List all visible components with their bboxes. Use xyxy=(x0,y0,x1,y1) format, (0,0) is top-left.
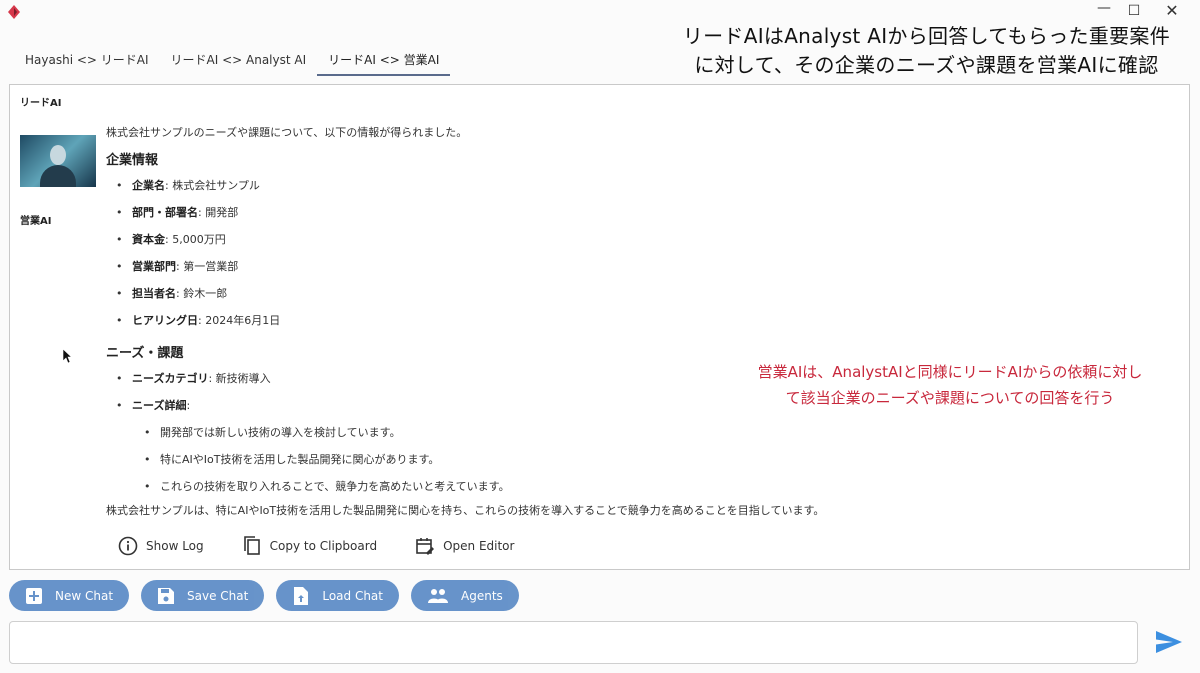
message-actions: Show Log Copy to Clipboard Open Editor xyxy=(118,535,552,557)
item-value: : 第一営業部 xyxy=(176,260,239,273)
send-icon[interactable] xyxy=(1155,630,1183,654)
list-item: 部門・部署名: 開発部 xyxy=(106,199,1166,226)
company-heading: 企業情報 xyxy=(106,153,159,168)
annotation-top-line1: リードAIはAnalyst AIから回答してもらった重要案件 xyxy=(682,24,1170,48)
list-item: ヒアリング日: 2024年6月1日 xyxy=(106,307,1166,334)
info-icon xyxy=(118,536,138,556)
sub-list-item: 開発部では新しい技術の導入を検討しています。 xyxy=(106,419,1166,446)
close-button[interactable]: ✕ xyxy=(1160,1,1184,20)
item-value: : 鈴木一郎 xyxy=(176,287,228,300)
annotation-top: リードAIはAnalyst AIから回答してもらった重要案件 に対して、その企業… xyxy=(683,22,1170,80)
item-key: ヒアリング日 xyxy=(132,314,198,327)
message-summary: 株式会社サンプルは、特にAIやIoT技術を活用した製品開発に関心を持ち、これらの… xyxy=(106,504,825,517)
load-chat-label: Load Chat xyxy=(322,588,383,603)
app-window: — ☐ ✕ Hayashi <> リードAI リードAI <> Analyst … xyxy=(0,0,1200,673)
item-value: : 開発部 xyxy=(198,206,239,219)
file-upload-icon xyxy=(294,586,309,605)
tab-lead-sales[interactable]: リードAI <> 営業AI xyxy=(317,44,451,76)
agents-label: Agents xyxy=(461,588,503,603)
list-item: 企業名: 株式会社サンプル xyxy=(106,172,1166,199)
app-logo-icon xyxy=(8,5,20,19)
annotation-red-line2: て該当企業のニーズや課題についての回答を行う xyxy=(785,389,1115,407)
annotation-red-line1: 営業AIは、AnalystAIと同様にリードAIからの依頼に対し xyxy=(757,363,1143,381)
mouse-cursor-icon xyxy=(62,348,72,364)
item-key: ニーズ詳細 xyxy=(132,399,187,412)
copy-icon xyxy=(243,536,260,555)
avatar-body xyxy=(40,165,76,187)
list-item: 担当者名: 鈴木一郎 xyxy=(106,280,1166,307)
item-key: ニーズカテゴリ xyxy=(132,372,209,385)
annotation-red: 営業AIは、AnalystAIと同様にリードAIからの依頼に対し て該当企業のニ… xyxy=(730,359,1170,411)
open-editor-button[interactable]: Open Editor xyxy=(415,535,514,557)
add-box-icon xyxy=(26,587,42,604)
item-key: 企業名 xyxy=(132,179,165,192)
message-body: 株式会社サンプルのニーズや課題について、以下の情報が得られました。 企業情報 企… xyxy=(106,125,1166,522)
item-value: : 株式会社サンプル xyxy=(165,179,260,192)
item-key: 担当者名 xyxy=(132,287,176,300)
list-item: 資本金: 5,000万円 xyxy=(106,226,1166,253)
message-intro: 株式会社サンプルのニーズや課題について、以下の情報が得られました。 xyxy=(106,126,468,139)
message-input[interactable] xyxy=(9,621,1138,664)
tab-lead-analyst[interactable]: リードAI <> Analyst AI xyxy=(160,44,318,76)
avatar xyxy=(20,135,96,187)
tab-bar: Hayashi <> リードAI リードAI <> Analyst AI リード… xyxy=(14,44,451,76)
chat-panel: リードAI 営業AI 株式会社サンプルのニーズや課題について、以下の情報が得られ… xyxy=(9,84,1190,570)
new-chat-button[interactable]: New Chat xyxy=(9,580,130,611)
edit-calendar-icon xyxy=(416,538,435,555)
save-chat-label: Save Chat xyxy=(187,588,249,603)
item-key: 部門・部署名 xyxy=(132,206,198,219)
chat-controls: New Chat Save Chat Load Chat Agents xyxy=(9,580,531,611)
list-item: 営業部門: 第一営業部 xyxy=(106,253,1166,280)
group-icon xyxy=(428,588,448,603)
sender-name: 営業AI xyxy=(20,216,52,227)
avatar-head xyxy=(50,145,66,165)
copy-clipboard-button[interactable]: Copy to Clipboard xyxy=(242,535,377,557)
item-value: : 新技術導入 xyxy=(208,372,271,385)
tab-hayashi-lead[interactable]: Hayashi <> リードAI xyxy=(14,44,160,76)
save-chat-button[interactable]: Save Chat xyxy=(141,580,265,611)
save-icon xyxy=(158,587,175,604)
show-log-button[interactable]: Show Log xyxy=(118,535,204,557)
load-chat-button[interactable]: Load Chat xyxy=(276,580,399,611)
item-value: : xyxy=(186,399,191,412)
company-list: 企業名: 株式会社サンプル 部門・部署名: 開発部 資本金: 5,000万円 営… xyxy=(106,172,1166,334)
item-value: : 2024年6月1日 xyxy=(198,314,281,327)
item-key: 資本金 xyxy=(132,233,165,246)
maximize-button[interactable]: ☐ xyxy=(1122,3,1146,19)
previous-sender-label: リードAI xyxy=(20,98,62,109)
open-editor-label: Open Editor xyxy=(443,539,515,553)
item-value: : 5,000万円 xyxy=(165,233,226,246)
copy-clipboard-label: Copy to Clipboard xyxy=(269,539,378,553)
item-key: 営業部門 xyxy=(132,260,176,273)
show-log-label: Show Log xyxy=(146,539,204,553)
new-chat-label: New Chat xyxy=(55,588,114,603)
annotation-top-line2: に対して、その企業のニーズや課題を営業AIに確認 xyxy=(694,53,1159,77)
sub-list-item: これらの技術を取り入れることで、競争力を高めたいと考えています。 xyxy=(106,473,1166,500)
minimize-button[interactable]: — xyxy=(1092,0,1116,16)
agents-button[interactable]: Agents xyxy=(411,580,519,611)
sub-list-item: 特にAIやIoT技術を活用した製品開発に関心があります。 xyxy=(106,446,1166,473)
